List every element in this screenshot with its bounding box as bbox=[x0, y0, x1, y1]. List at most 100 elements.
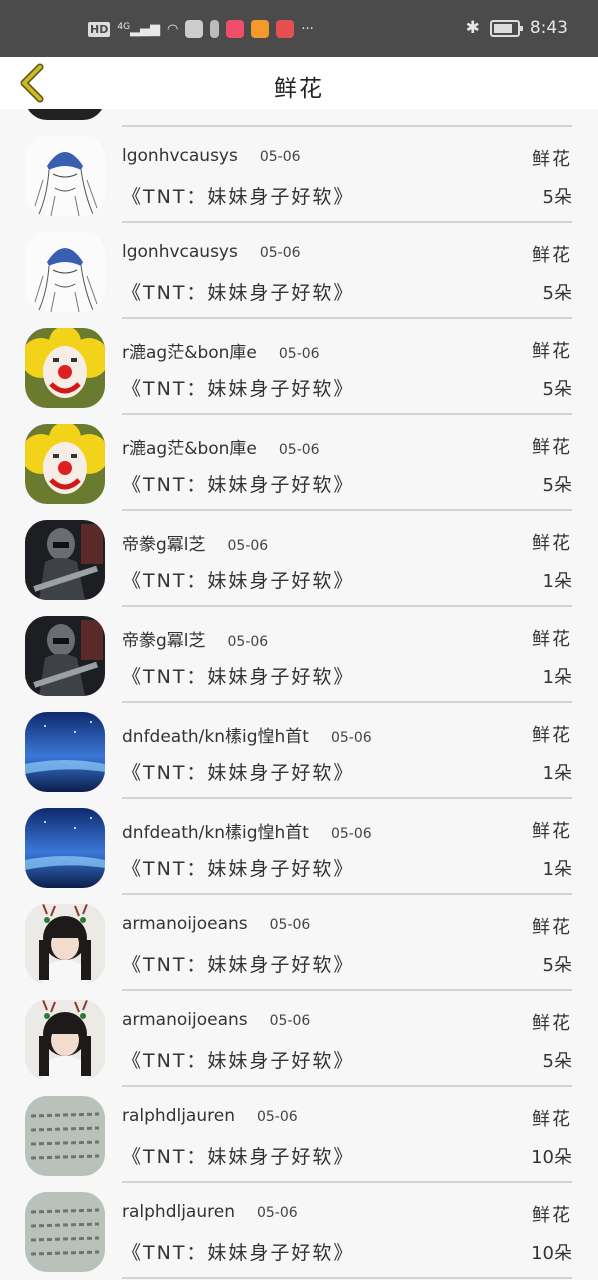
gift-count: 5朵 bbox=[542, 379, 572, 400]
sender-name: lgonhvcausys 05-06 bbox=[122, 146, 301, 166]
gift-type: 鲜花 bbox=[532, 437, 572, 458]
avatar bbox=[25, 424, 105, 504]
book-title: 《TNT：妹妹身子好软》 bbox=[122, 570, 355, 592]
gift-type: 鲜花 bbox=[532, 149, 572, 170]
list-item[interactable]: r漉ag茫&bon庫e 05-06 《TNT：妹妹身子好软》 鲜花 5朵 bbox=[0, 409, 598, 511]
handwriting-avatar bbox=[25, 1192, 105, 1272]
date: 05-06 bbox=[269, 1013, 311, 1029]
gift-count: 10朵 bbox=[531, 1243, 572, 1264]
avatar bbox=[25, 136, 105, 216]
avatar bbox=[25, 328, 105, 408]
more-icon: ··· bbox=[301, 21, 314, 37]
username: dnfdeath/kn榡ig惶h首t bbox=[122, 823, 309, 843]
username: armanoijoeans bbox=[122, 914, 248, 934]
book-title: 《TNT：妹妹身子好软》 bbox=[122, 474, 355, 496]
sketch-avatar bbox=[25, 232, 105, 312]
list-item[interactable]: armanoijoeans 05-06 《TNT：妹妹身子好软》 鲜花 5朵 bbox=[0, 889, 598, 991]
username: lgonhvcausys bbox=[122, 242, 238, 262]
list-item[interactable]: lgonhvcausys 05-06 《TNT：妹妹身子好软》 鲜花 5朵 bbox=[0, 217, 598, 319]
list-item[interactable]: lgonhvcausys 05-06 《TNT：妹妹身子好软》 鲜花 5朵 bbox=[0, 121, 598, 223]
sender-name: r漉ag茫&bon庫e 05-06 bbox=[122, 338, 320, 363]
list-item bbox=[0, 109, 598, 127]
date: 05-06 bbox=[256, 1109, 298, 1125]
date: 05-06 bbox=[330, 730, 372, 746]
wifi-icon: ◠ bbox=[167, 21, 179, 37]
list-item[interactable]: dnfdeath/kn榡ig惶h首t 05-06 《TNT：妹妹身子好软》 鲜花 … bbox=[0, 697, 598, 799]
battery-saver-icon bbox=[210, 20, 220, 38]
username: armanoijoeans bbox=[122, 1010, 248, 1030]
avatar bbox=[25, 520, 105, 600]
book-title: 《TNT：妹妹身子好软》 bbox=[122, 858, 355, 880]
book-title: 《TNT：妹妹身子好软》 bbox=[122, 282, 355, 304]
avatar bbox=[25, 712, 105, 792]
gift-type: 鲜花 bbox=[532, 1205, 572, 1226]
date: 05-06 bbox=[259, 245, 301, 261]
list-item[interactable]: r漉ag茫&bon庫e 05-06 《TNT：妹妹身子好软》 鲜花 5朵 bbox=[0, 313, 598, 415]
date: 05-06 bbox=[256, 1205, 298, 1221]
hd-icon: HD bbox=[88, 21, 111, 37]
avatar bbox=[25, 1192, 105, 1272]
status-icons-left: HD 4G▂▄▆ ◠ ··· bbox=[88, 20, 314, 38]
sender-name: r漉ag茫&bon庫e 05-06 bbox=[122, 434, 320, 459]
gift-count: 5朵 bbox=[542, 283, 572, 304]
avatar bbox=[25, 1000, 105, 1080]
gift-count: 1朵 bbox=[542, 859, 572, 880]
username: dnfdeath/kn榡ig惶h首t bbox=[122, 727, 309, 747]
gift-type: 鲜花 bbox=[532, 1109, 572, 1130]
gift-type: 鲜花 bbox=[532, 917, 572, 938]
username: r漉ag茫&bon庫e bbox=[122, 343, 257, 363]
date: 05-06 bbox=[259, 149, 301, 165]
book-title: 《TNT：妹妹身子好软》 bbox=[122, 1242, 355, 1264]
date: 05-06 bbox=[227, 634, 269, 650]
book-title: 《TNT：妹妹身子好软》 bbox=[122, 1050, 355, 1072]
app-video-icon bbox=[251, 20, 270, 38]
app-icon bbox=[185, 20, 204, 38]
book-title: 《TNT：妹妹身子好软》 bbox=[122, 1146, 355, 1168]
gift-record-list[interactable]: lgonhvcausys 05-06 《TNT：妹妹身子好软》 鲜花 5朵 lgo… bbox=[0, 109, 598, 1280]
book-title: 《TNT：妹妹身子好软》 bbox=[122, 666, 355, 688]
gift-type: 鲜花 bbox=[532, 1013, 572, 1034]
list-item[interactable]: armanoijoeans 05-06 《TNT：妹妹身子好软》 鲜花 5朵 bbox=[0, 985, 598, 1087]
username: ralphdljauren bbox=[122, 1202, 235, 1222]
soldier-avatar bbox=[25, 520, 105, 600]
soldier-avatar bbox=[25, 616, 105, 696]
nav-header: 鲜花 bbox=[0, 57, 598, 109]
date: 05-06 bbox=[269, 917, 311, 933]
book-title: 《TNT：妹妹身子好软》 bbox=[122, 186, 355, 208]
sender-name: ralphdljauren 05-06 bbox=[122, 1106, 298, 1126]
gift-type: 鲜花 bbox=[532, 245, 572, 266]
avatar bbox=[25, 616, 105, 696]
sender-name: dnfdeath/kn榡ig惶h首t 05-06 bbox=[122, 722, 372, 747]
avatar bbox=[25, 109, 105, 120]
list-item[interactable]: ralphdljauren 05-06 《TNT：妹妹身子好软》 鲜花 10朵 bbox=[0, 1081, 598, 1183]
signal-4g-icon: 4G▂▄▆ bbox=[117, 21, 161, 37]
username: r漉ag茫&bon庫e bbox=[122, 439, 257, 459]
gift-type: 鲜花 bbox=[532, 533, 572, 554]
book-title: 《TNT：妹妹身子好软》 bbox=[122, 954, 355, 976]
avatar bbox=[25, 904, 105, 984]
avatar bbox=[25, 1096, 105, 1176]
page-title: 鲜花 bbox=[274, 76, 324, 102]
book-title: 《TNT：妹妹身子好软》 bbox=[122, 762, 355, 784]
list-item[interactable]: dnfdeath/kn榡ig惶h首t 05-06 《TNT：妹妹身子好软》 鲜花 … bbox=[0, 793, 598, 895]
list-item[interactable]: ralphdljauren 05-06 《TNT：妹妹身子好软》 鲜花 10朵 bbox=[0, 1177, 598, 1279]
avatar bbox=[25, 808, 105, 888]
gift-count: 10朵 bbox=[531, 1147, 572, 1168]
handwriting-avatar bbox=[25, 1096, 105, 1176]
clown-avatar bbox=[25, 328, 105, 408]
sender-name: 帝豢g冪l芝 05-06 bbox=[122, 626, 268, 651]
sender-name: 帝豢g冪l芝 05-06 bbox=[122, 530, 268, 555]
sender-name: lgonhvcausys 05-06 bbox=[122, 242, 301, 262]
gift-type: 鲜花 bbox=[532, 341, 572, 362]
list-item[interactable]: 帝豢g冪l芝 05-06 《TNT：妹妹身子好软》 鲜花 1朵 bbox=[0, 505, 598, 607]
sender-name: armanoijoeans 05-06 bbox=[122, 1010, 310, 1030]
gift-count: 1朵 bbox=[542, 763, 572, 784]
list-item[interactable]: 帝豢g冪l芝 05-06 《TNT：妹妹身子好软》 鲜花 1朵 bbox=[0, 601, 598, 703]
clock: 8:43 bbox=[529, 18, 568, 38]
username: 帝豢g冪l芝 bbox=[122, 631, 206, 651]
girl-avatar bbox=[25, 904, 105, 984]
username: ralphdljauren bbox=[122, 1106, 235, 1126]
gift-type: 鲜花 bbox=[532, 725, 572, 746]
gift-type: 鲜花 bbox=[532, 821, 572, 842]
clown-avatar bbox=[25, 424, 105, 504]
